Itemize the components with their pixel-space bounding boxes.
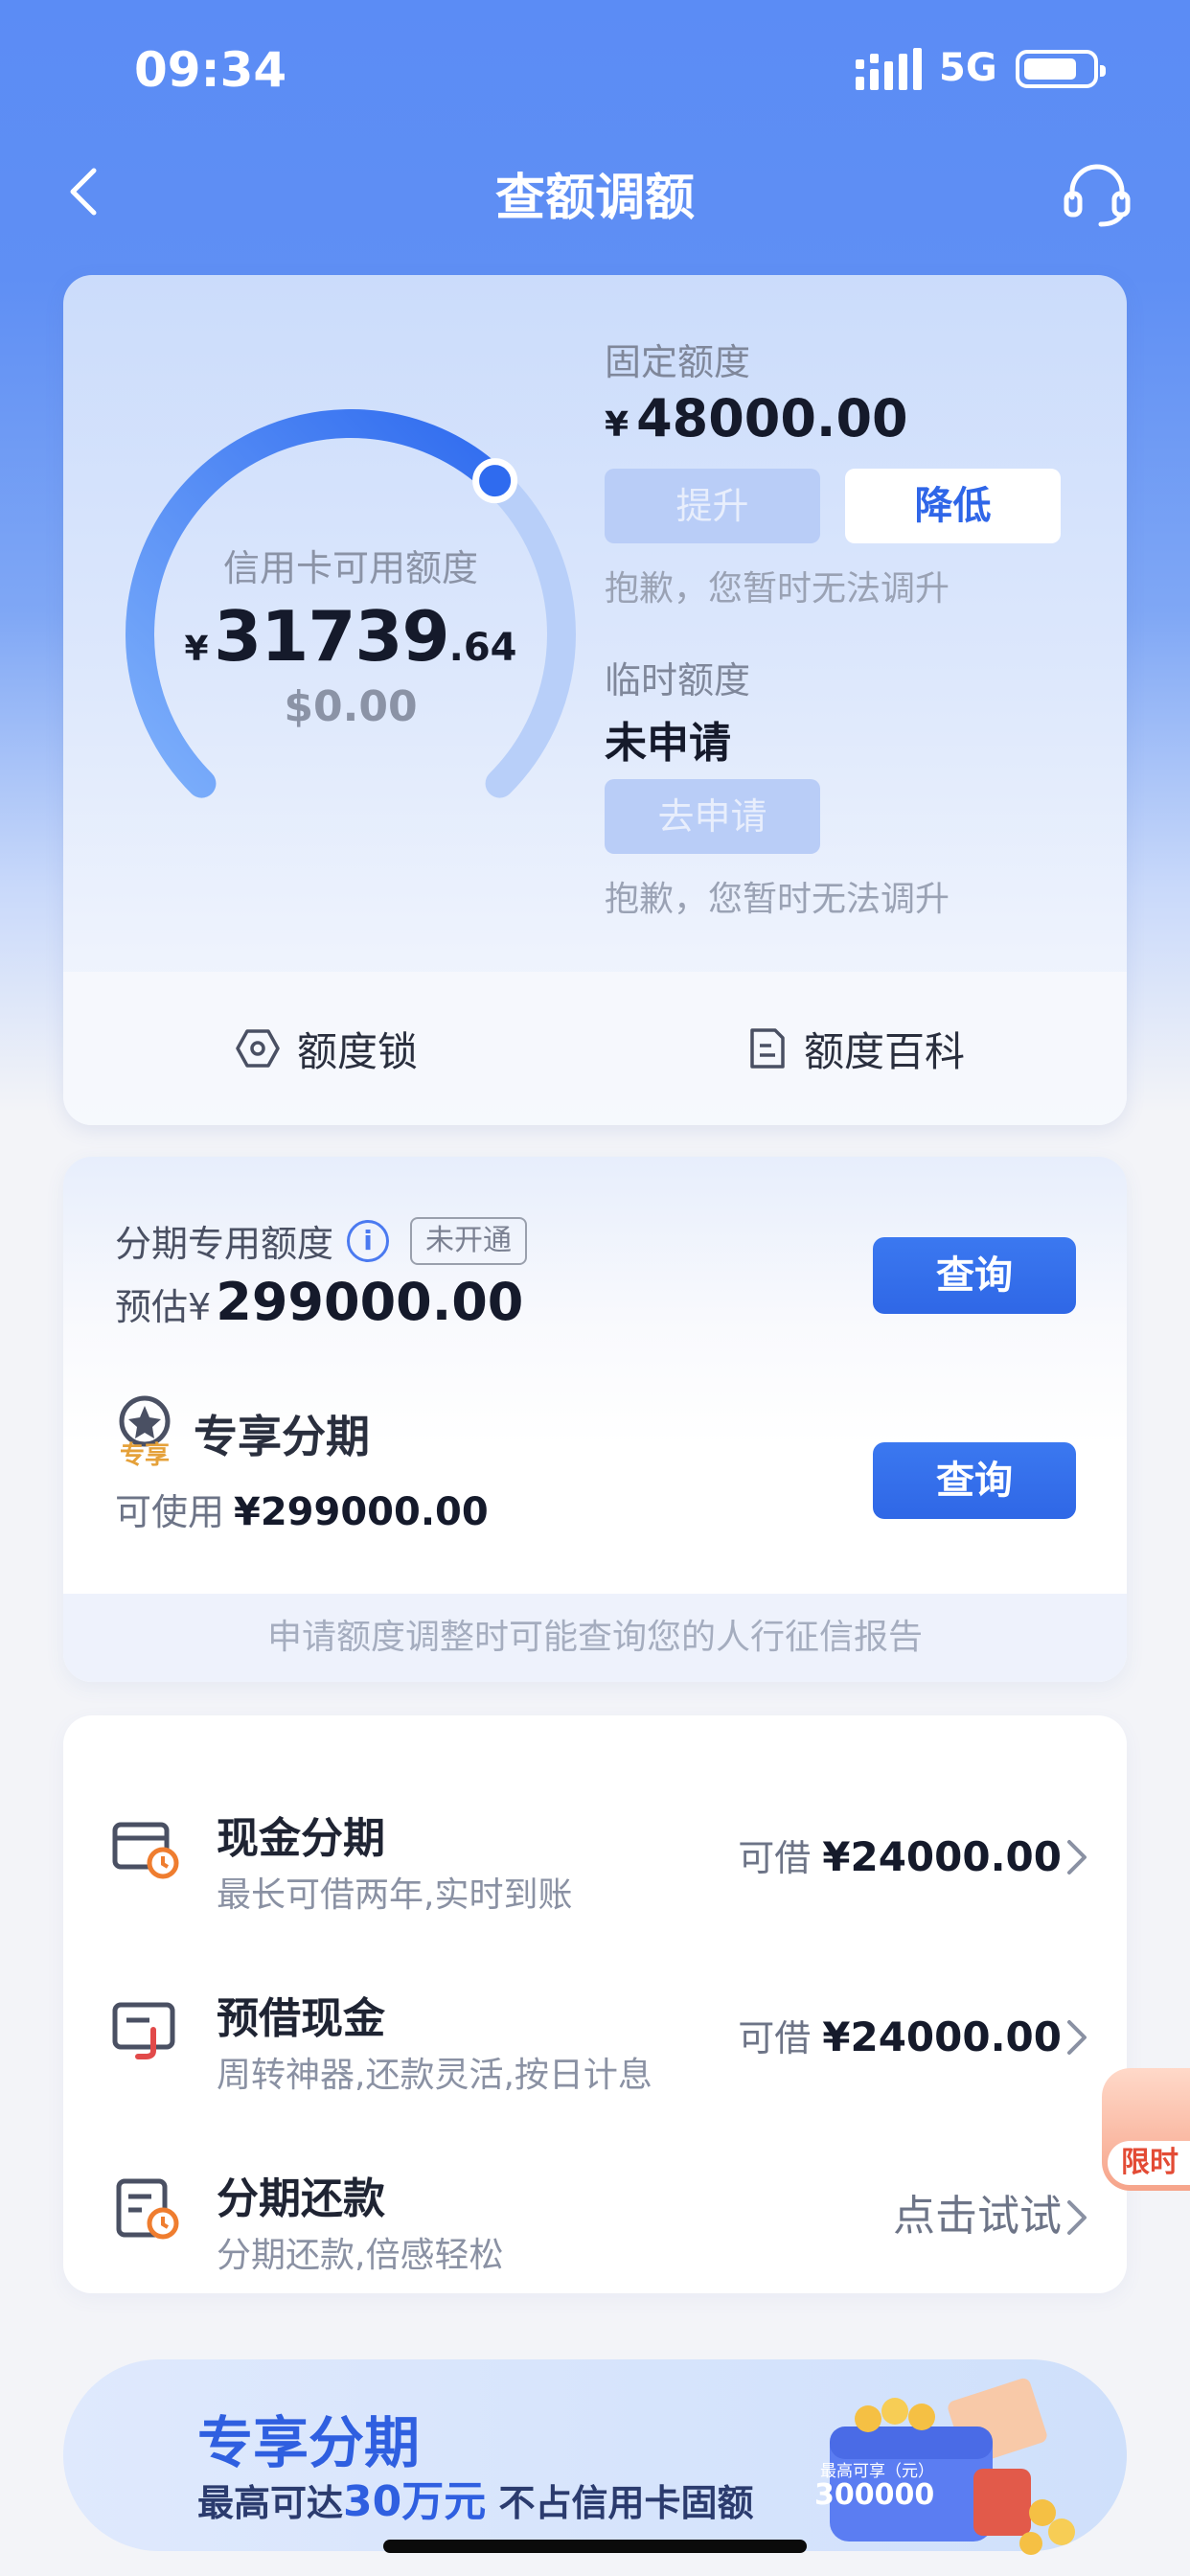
list-item-cash-installment[interactable]: 现金分期 最长可借两年,实时到账 可借 ¥24000.00 — [63, 1763, 1127, 1936]
cash-advance-icon — [112, 2002, 175, 2059]
limited-time-label: 限时 — [1108, 2141, 1190, 2185]
available-limit-amount: ¥ 31739.64 — [63, 596, 638, 677]
usd-available: $0.00 — [284, 682, 418, 731]
installment-amount-value: 299000.00 — [216, 1272, 524, 1332]
service-subtitle: 分期还款,倍感轻松 — [217, 2236, 504, 2275]
limited-time-float-button[interactable]: 限时 — [1102, 2068, 1190, 2191]
banner-subtitle-pre: 最高可达 — [197, 2482, 344, 2524]
banner-subtitle-post: 不占信用卡固额 — [486, 2482, 754, 2524]
service-right-value: 可借 ¥24000.00 — [738, 1828, 1062, 1881]
fixed-amount-value: 48000.00 — [636, 388, 908, 448]
exclusive-installment-title: 专享分期 — [194, 1411, 370, 1462]
status-time: 09:34 — [134, 42, 287, 98]
apply-temporary-button[interactable]: 去申请 — [605, 779, 820, 854]
not-activated-tag: 未开通 — [410, 1216, 528, 1265]
service-right-value: 点击试试 — [893, 2181, 1062, 2242]
exclusive-available-amount: ¥299000.00 — [234, 1490, 489, 1534]
available-limit-label: 信用卡可用额度 — [222, 547, 478, 589]
service-right-value: 可借 ¥24000.00 — [738, 2009, 1062, 2061]
lower-limit-button[interactable]: 降低 — [845, 469, 1061, 543]
limit-lock-button[interactable]: 额度锁 — [236, 1020, 418, 1077]
hexagon-lock-icon — [236, 1029, 280, 1068]
service-right-label: 可借 — [738, 2017, 812, 2059]
temporary-limit-label: 临时额度 — [605, 659, 751, 702]
service-subtitle: 最长可借两年,实时到账 — [217, 1875, 573, 1915]
service-amount: ¥24000.00 — [822, 1833, 1062, 1880]
gauge-knob — [472, 458, 518, 504]
service-amount: ¥24000.00 — [822, 2013, 1062, 2060]
raise-limit-button[interactable]: 提升 — [605, 469, 820, 543]
list-item-cash-advance[interactable]: 预借现金 周转神器,还款灵活,按日计息 可借 ¥24000.00 — [63, 1944, 1127, 2116]
exclusive-badge-text: 专享 — [120, 1440, 170, 1467]
limit-lock-label: 额度锁 — [297, 1027, 419, 1075]
installment-query-button[interactable]: 查询 — [873, 1237, 1076, 1314]
installment-limit-label: 分期专用额度 — [115, 1223, 334, 1265]
banner-highlight: 30万元 — [343, 2477, 487, 2526]
exclusive-query-button[interactable]: 查询 — [873, 1442, 1076, 1519]
temporary-limit-status: 未申请 — [605, 719, 731, 768]
battery-icon — [1016, 50, 1106, 88]
service-right-label: 可借 — [738, 1837, 812, 1879]
wallet-amount: 300000 — [814, 2478, 935, 2512]
limit-wiki-label: 额度百科 — [804, 1027, 966, 1075]
exclusive-available: 可使用 ¥299000.00 — [115, 1483, 489, 1535]
card-footer: 额度锁 额度百科 — [63, 972, 1127, 1125]
status-bar: 09:34 5G — [0, 0, 1190, 144]
temporary-limit-note: 抱歉，您暂时无法调升 — [605, 880, 950, 919]
installment-amount: 预估¥ 299000.00 — [115, 1272, 523, 1332]
service-title: 分期还款 — [217, 2174, 385, 2223]
exclusive-badge-icon: 专享 — [119, 1395, 171, 1467]
available-int: 31739 — [214, 596, 449, 677]
exclusive-installment-banner[interactable]: 专享分期 最高可达30万元 不占信用卡固额 最高可享（元） 300000 — [63, 2359, 1127, 2555]
installment-limit-row: 分期专用额度 i 未开通 — [115, 1214, 528, 1267]
chevron-right-icon — [1067, 2200, 1087, 2235]
available-dec: .64 — [448, 626, 517, 670]
signal-icon — [856, 48, 922, 90]
home-indicator — [383, 2540, 807, 2553]
estimate-prefix: 预估¥ — [115, 1286, 212, 1328]
services-list: 现金分期 最长可借两年,实时到账 可借 ¥24000.00 预借现金 周转神器,还… — [63, 1715, 1127, 2293]
installment-card: 分期专用额度 i 未开通 预估¥ 299000.00 查询 专享 专享分期 可使… — [63, 1157, 1127, 1682]
page-title: 查额调额 — [494, 170, 695, 227]
exclusive-available-label: 可使用 — [115, 1491, 225, 1533]
fixed-limit-amount: ¥48000.00 — [605, 388, 908, 448]
service-subtitle: 周转神器,还款灵活,按日计息 — [217, 2056, 652, 2095]
installment-repay-icon — [116, 2178, 179, 2240]
service-title: 现金分期 — [217, 1814, 385, 1863]
currency-symbol: ¥ — [184, 630, 209, 669]
cash-installment-icon — [112, 1822, 179, 1879]
credit-limit-card: 信用卡可用额度 ¥ 31739.64 $0.00 固定额度 ¥48000.00 … — [63, 275, 1127, 1125]
service-title: 预借现金 — [217, 1994, 385, 2043]
limit-wiki-button[interactable]: 额度百科 — [748, 1020, 965, 1077]
info-icon[interactable]: i — [347, 1219, 390, 1262]
credit-report-note: 申请额度调整时可能查询您的人行征信报告 — [63, 1594, 1127, 1682]
network-type: 5G — [939, 46, 997, 90]
chevron-right-icon — [1067, 1840, 1087, 1874]
fixed-limit-note: 抱歉，您暂时无法调升 — [605, 569, 950, 609]
currency-symbol: ¥ — [605, 405, 629, 445]
banner-subtitle: 最高可达30万元 不占信用卡固额 — [197, 2467, 753, 2528]
list-item-installment-repay[interactable]: 分期还款 分期还款,倍感轻松 点击试试 — [63, 2124, 1127, 2296]
nav-bar: 查额调额 — [0, 144, 1190, 240]
fixed-limit-label: 固定额度 — [605, 341, 751, 383]
service-right-label: 点击试试 — [893, 2192, 1062, 2241]
headset-icon[interactable] — [1059, 155, 1135, 232]
document-icon — [750, 1028, 785, 1069]
chevron-right-icon — [1067, 2020, 1087, 2055]
